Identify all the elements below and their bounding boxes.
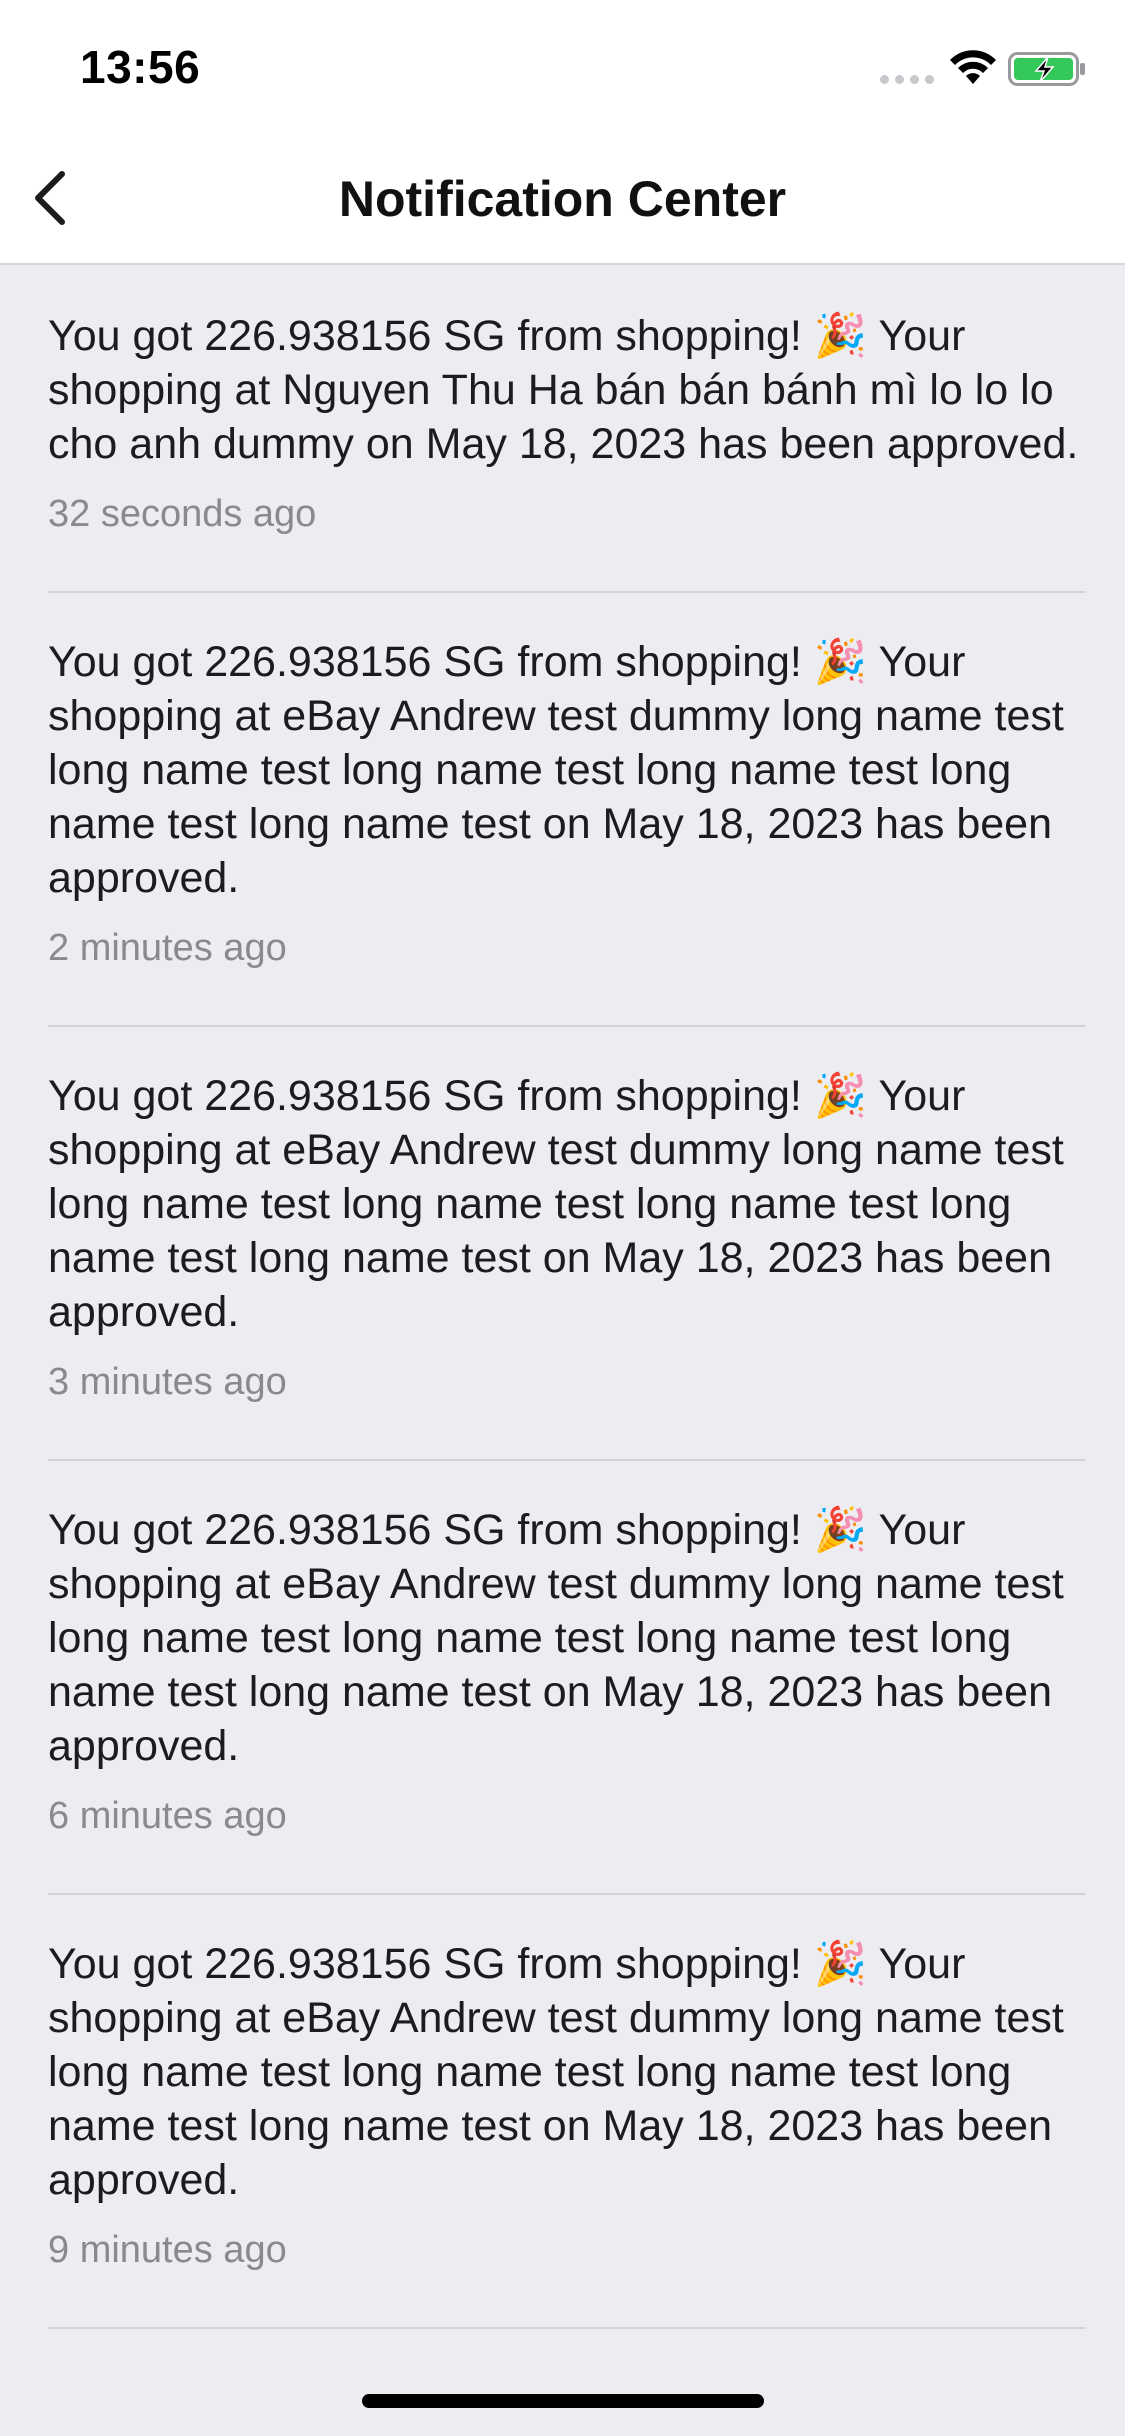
divider xyxy=(48,2327,1085,2329)
notification-item[interactable]: You got 226.938156 SG from shopping! 🎉 Y… xyxy=(0,1027,1125,1461)
notification-timestamp: 32 seconds ago xyxy=(48,493,317,535)
notification-timestamp: 2 minutes ago xyxy=(48,927,287,969)
notification-message: You got 226.938156 SG from shopping! 🎉 Y… xyxy=(48,1506,1064,1770)
page-title: Notification Center xyxy=(338,171,787,227)
notification-message: You got 226.938156 SG from shopping! 🎉 Y… xyxy=(48,312,1079,468)
notification-message: You got 226.938156 SG from shopping! 🎉 Y… xyxy=(48,1940,1064,2204)
wifi-icon xyxy=(950,50,996,84)
notification-item[interactable]: You got 226.938156 SG from shopping! 🎉 Y… xyxy=(0,1895,1125,2329)
notification-item[interactable]: You got 226.938156 SG from shopping! 🎉 Y… xyxy=(0,593,1125,1027)
navigation-bar: Notification Center xyxy=(0,132,1125,265)
notification-item[interactable]: You got 226.938156 SG from shopping! 🎉 Y… xyxy=(0,267,1125,593)
notification-timestamp: 6 minutes ago xyxy=(48,1795,287,1837)
notification-timestamp: 9 minutes ago xyxy=(48,2229,287,2271)
notification-list: You got 226.938156 SG from shopping! 🎉 Y… xyxy=(0,267,1125,2329)
notification-message: You got 226.938156 SG from shopping! 🎉 Y… xyxy=(48,1072,1064,1336)
status-bar: 13:56 xyxy=(0,0,1125,132)
status-time: 13:56 xyxy=(80,41,201,93)
notification-center-screen: 13:56 Notification Center You got 226.93… xyxy=(0,0,1125,2436)
notification-timestamp: 3 minutes ago xyxy=(48,1361,287,1403)
home-indicator[interactable] xyxy=(362,2394,764,2408)
battery-charging-icon xyxy=(1008,52,1085,86)
notification-message: You got 226.938156 SG from shopping! 🎉 Y… xyxy=(48,638,1064,902)
notification-item[interactable]: You got 226.938156 SG from shopping! 🎉 Y… xyxy=(0,1461,1125,1895)
cellular-signal-icon xyxy=(880,75,934,85)
